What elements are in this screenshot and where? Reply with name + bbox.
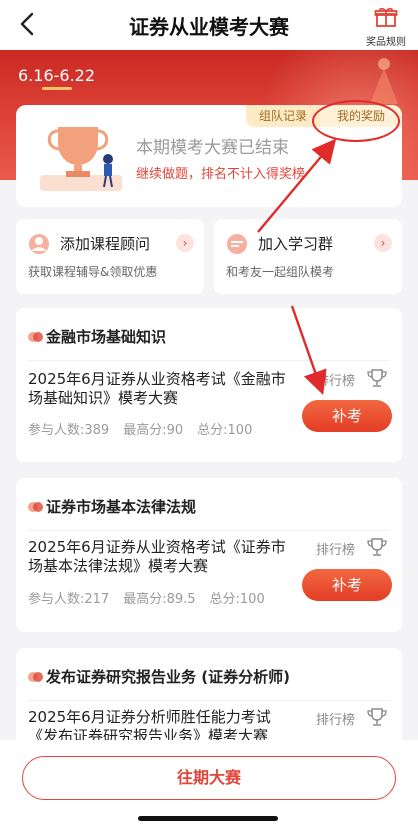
exam-description[interactable]: 2025年6月证券从业资格考试《证券市场基本法律法规》模考大赛 (28, 538, 298, 576)
total-score: 总分:100 (209, 592, 265, 607)
team-record-tab[interactable]: 组队记录 (246, 105, 320, 127)
home-indicator (138, 816, 278, 821)
retake-button[interactable]: 补考 (302, 400, 392, 432)
exam-card: 金融市场基础知识 2025年6月证券从业资格考试《金融市场基础知识》模考大赛 参… (16, 308, 402, 462)
page-title: 证券从业模考大赛 (129, 15, 289, 39)
leaderboard-link[interactable]: 排行榜 (316, 539, 355, 558)
bullet-dots-icon (28, 672, 43, 682)
trophy-illustration-icon (40, 127, 122, 191)
chevron-right-icon: › (176, 234, 194, 252)
period-tab[interactable]: 6.16-6.22 (18, 66, 95, 85)
exam-stats: 参与人数:217 最高分:89.5 总分:100 (28, 588, 279, 607)
bullet-dots-icon (28, 502, 43, 512)
past-contests-button[interactable]: 往期大赛 (22, 756, 396, 800)
trophy-icon[interactable] (366, 537, 388, 557)
join-group-title: 加入学习群 (258, 235, 334, 253)
exam-card: 证券市场基本法律法规 2025年6月证券从业资格考试《证券市场基本法律法规》模考… (16, 478, 402, 632)
divider (28, 700, 390, 701)
exam-stats: 参与人数:389 最高分:90 总分:100 (28, 419, 266, 438)
exam-subject: 证券市场基本法律法规 (46, 498, 197, 516)
join-study-group-card[interactable]: 加入学习群 和考友一起组队模考 › (214, 219, 402, 294)
add-course-advisor-card[interactable]: 添加课程顾问 获取课程辅导&领取优惠 › (16, 219, 204, 294)
chevron-right-icon: › (374, 234, 392, 252)
participants-count: 参与人数:389 (28, 423, 110, 438)
trophy-icon[interactable] (366, 707, 388, 727)
max-score: 最高分:90 (123, 423, 184, 438)
exam-subject: 发布证券研究报告业务 (证券分析师) (46, 668, 290, 686)
participants-count: 参与人数:217 (28, 592, 110, 607)
leaderboard-link[interactable]: 排行榜 (316, 709, 355, 728)
leaderboard-link[interactable]: 排行榜 (316, 370, 355, 389)
chat-group-icon (227, 234, 247, 254)
contest-ended-text: 本期模考大赛已结束 (136, 138, 289, 158)
divider (28, 530, 390, 531)
join-group-subtitle: 和考友一起组队模考 (226, 265, 335, 279)
prize-rules-button[interactable]: 奖品规则 (362, 6, 410, 48)
prize-rules-label: 奖品规则 (366, 37, 406, 48)
total-score: 总分:100 (197, 423, 253, 438)
period-underline (42, 87, 72, 90)
trophy-icon[interactable] (366, 368, 388, 388)
exam-description[interactable]: 2025年6月证券从业资格考试《金融市场基础知识》模考大赛 (28, 370, 298, 408)
add-advisor-title: 添加课程顾问 (60, 235, 151, 253)
retake-button[interactable]: 补考 (302, 569, 392, 601)
max-score: 最高分:89.5 (123, 592, 196, 607)
bullet-dots-icon (28, 332, 43, 342)
annotation-circle (312, 100, 400, 142)
exam-subject: 金融市场基础知识 (46, 328, 167, 346)
advisor-icon (29, 234, 49, 254)
gift-icon (374, 7, 398, 27)
divider (28, 360, 390, 361)
add-advisor-subtitle: 获取课程辅导&领取优惠 (28, 265, 158, 279)
top-bar: 证券从业模考大赛 奖品规则 (0, 0, 418, 50)
contest-hint-text: 继续做题，排名不计入得奖榜 (136, 167, 306, 182)
